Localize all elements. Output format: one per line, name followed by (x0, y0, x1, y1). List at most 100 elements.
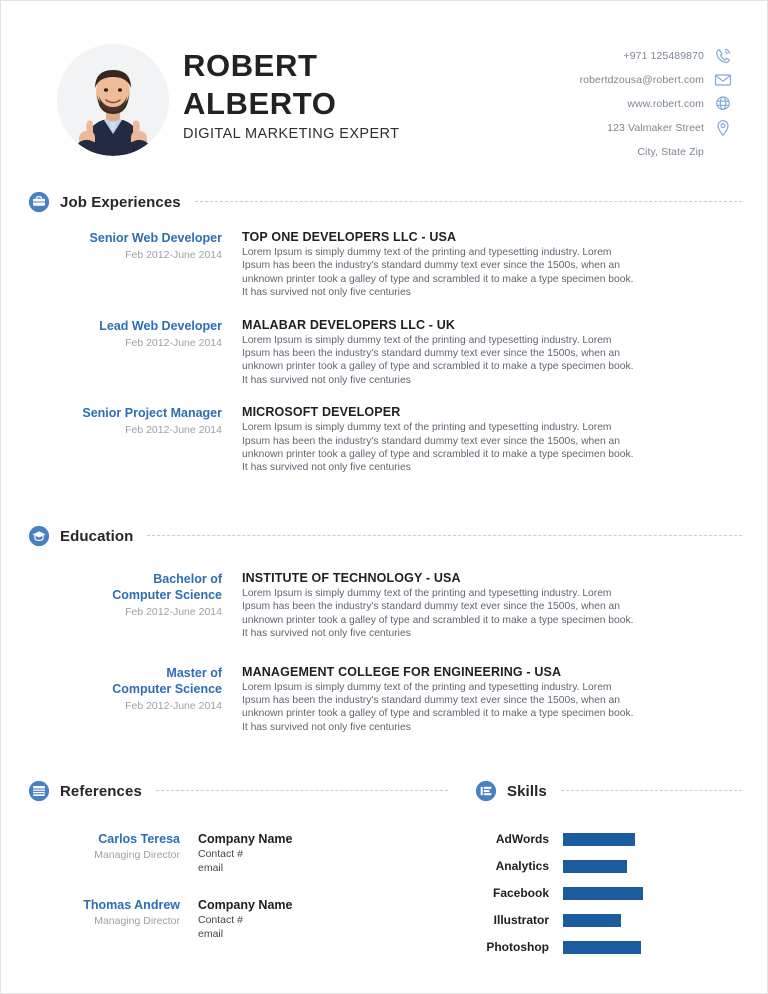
references-header: References (28, 780, 448, 802)
contact-row-website[interactable]: www.robert.com (513, 93, 733, 115)
location-pin-icon (713, 118, 733, 138)
job-description: Lorem Ipsum is simply dummy text of the … (242, 247, 634, 299)
job-description: Lorem Ipsum is simply dummy text of the … (242, 422, 634, 474)
last-name: ALBERTO (183, 86, 337, 121)
envelope-icon (713, 70, 733, 90)
reference-company: Company Name (198, 898, 293, 912)
education-entry-meta: Master of Computer Science Feb 2012-June… (28, 665, 236, 735)
job-entry: Lead Web Developer Feb 2012-June 2014 MA… (28, 318, 742, 388)
skill-track (563, 832, 742, 846)
skill-track (563, 913, 742, 927)
job-entry: Senior Project Manager Feb 2012-June 201… (28, 405, 742, 475)
job-entry-meta: Senior Web Developer Feb 2012-June 2014 (28, 230, 236, 300)
reference-name: Thomas Andrew (83, 898, 180, 912)
address-text: 123 Valmaker Street (607, 122, 704, 134)
skill-bar (563, 859, 627, 873)
contact-row-email[interactable]: robertdzousa@robert.com (513, 69, 733, 91)
reference-entry: Thomas Andrew Managing Director Company … (28, 897, 448, 941)
degree-line-1: Master of (166, 665, 222, 680)
education-entry: Bachelor of Computer Science Feb 2012-Ju… (28, 571, 742, 641)
section-title: Skills (507, 782, 547, 800)
skill-bar (563, 832, 635, 846)
section-title: References (60, 782, 142, 800)
section-divider (560, 790, 742, 792)
website-text: www.robert.com (627, 98, 704, 110)
degree-line-1: Bachelor of (153, 572, 222, 586)
job-entry-body: MALABAR DEVELOPERS LLC - UK Lorem Ipsum … (236, 318, 742, 388)
section-divider (147, 535, 742, 537)
job-role: Lead Web Developer (99, 318, 222, 333)
skill-track (563, 859, 742, 873)
skill-label: Illustrator (493, 913, 549, 927)
first-name: ROBERT (183, 48, 318, 83)
contact-row-city: City, State Zip (513, 141, 733, 163)
skill-bar (563, 886, 643, 900)
job-role: Senior Web Developer (89, 231, 222, 245)
city-state-zip-text: City, State Zip (637, 146, 704, 158)
phone-text: +971 125489870 (623, 50, 704, 62)
list-circle-icon (28, 780, 50, 802)
job-organization: TOP ONE DEVELOPERS LLC - USA (242, 230, 457, 244)
contact-row-address[interactable]: 123 Valmaker Street (513, 117, 733, 139)
reference-contact: Company Name Contact # email (198, 831, 448, 875)
section-title: Education (60, 527, 134, 545)
skill-row: Photoshop (475, 938, 742, 956)
job-date: Feb 2012-June 2014 (125, 336, 222, 349)
contact-info: +971 125489870 robertdzousa@robert.com w… (513, 45, 733, 165)
job-organization: MICROSOFT DEVELOPER (242, 405, 401, 420)
education-institution: INSTITUTE OF TECHNOLOGY - USA (242, 571, 461, 585)
skill-track (563, 886, 742, 900)
avatar (57, 44, 169, 156)
reference-entry: Carlos Teresa Managing Director Company … (28, 831, 448, 875)
reference-name: Carlos Teresa (98, 832, 180, 846)
education-header: Education (28, 525, 742, 547)
reference-contact: Company Name Contact # email (198, 897, 448, 941)
section-divider (155, 790, 448, 792)
skill-label: Facebook (492, 886, 549, 900)
degree-line-2: Computer Science (112, 681, 222, 696)
reference-company: Company Name (198, 832, 293, 846)
reference-role: Managing Director (94, 849, 180, 861)
skill-row: Analytics (475, 857, 742, 875)
education-date: Feb 2012-June 2014 (125, 699, 222, 712)
phone-icon (713, 46, 733, 66)
education-entry: Master of Computer Science Feb 2012-June… (28, 665, 742, 735)
education-entries-list: Bachelor of Computer Science Feb 2012-Ju… (28, 571, 742, 734)
education-institution: MANAGEMENT COLLEGE FOR ENGINEERING - USA (242, 664, 562, 679)
skill-row: AdWords (475, 830, 742, 848)
reference-email-label: email (198, 862, 224, 874)
reference-entries-list: Carlos Teresa Managing Director Company … (28, 831, 448, 941)
degree-line-2: Computer Science (112, 588, 222, 602)
resume-header: ROBERT ALBERTO DIGITAL MARKETING EXPERT … (1, 1, 767, 161)
contact-row-phone[interactable]: +971 125489870 (513, 45, 733, 67)
skill-row: Illustrator (475, 911, 742, 929)
skills-header: Skills (475, 780, 742, 802)
briefcase-circle-icon (28, 191, 50, 213)
section-title: Job Experiences (60, 193, 181, 211)
education-entry-meta: Bachelor of Computer Science Feb 2012-Ju… (28, 571, 236, 641)
skill-label: AdWords (495, 832, 549, 846)
section-divider (194, 201, 742, 203)
job-entry-meta: Lead Web Developer Feb 2012-June 2014 (28, 318, 236, 388)
section-references: References Carlos Teresa Managing Direct… (28, 780, 448, 963)
job-organization: MALABAR DEVELOPERS LLC - UK (242, 317, 456, 332)
skills-chart: AdWords Analytics Facebook Illustrator P… (475, 830, 742, 956)
reference-role: Managing Director (94, 915, 180, 927)
education-date: Feb 2012-June 2014 (125, 606, 222, 618)
section-job-experiences: Job Experiences Senior Web Developer Feb… (28, 191, 742, 493)
education-entry-body: INSTITUTE OF TECHNOLOGY - USA Lorem Ipsu… (236, 571, 742, 641)
job-experiences-header: Job Experiences (28, 191, 742, 213)
job-description: Lorem Ipsum is simply dummy text of the … (242, 334, 634, 386)
skill-bar (563, 913, 621, 927)
job-role: Senior Project Manager (82, 406, 222, 421)
reference-phone-label: Contact # (198, 848, 243, 860)
skill-row: Facebook (475, 884, 742, 902)
section-education: Education Bachelor of Computer Science F… (28, 525, 742, 752)
reference-person: Thomas Andrew Managing Director (28, 897, 198, 941)
skill-track (563, 940, 742, 954)
job-date: Feb 2012-June 2014 (125, 424, 222, 437)
graduation-cap-circle-icon (28, 525, 50, 547)
skill-label: Photoshop (486, 940, 549, 954)
education-description: Lorem Ipsum is simply dummy text of the … (242, 681, 634, 733)
email-text: robertdzousa@robert.com (579, 74, 704, 86)
